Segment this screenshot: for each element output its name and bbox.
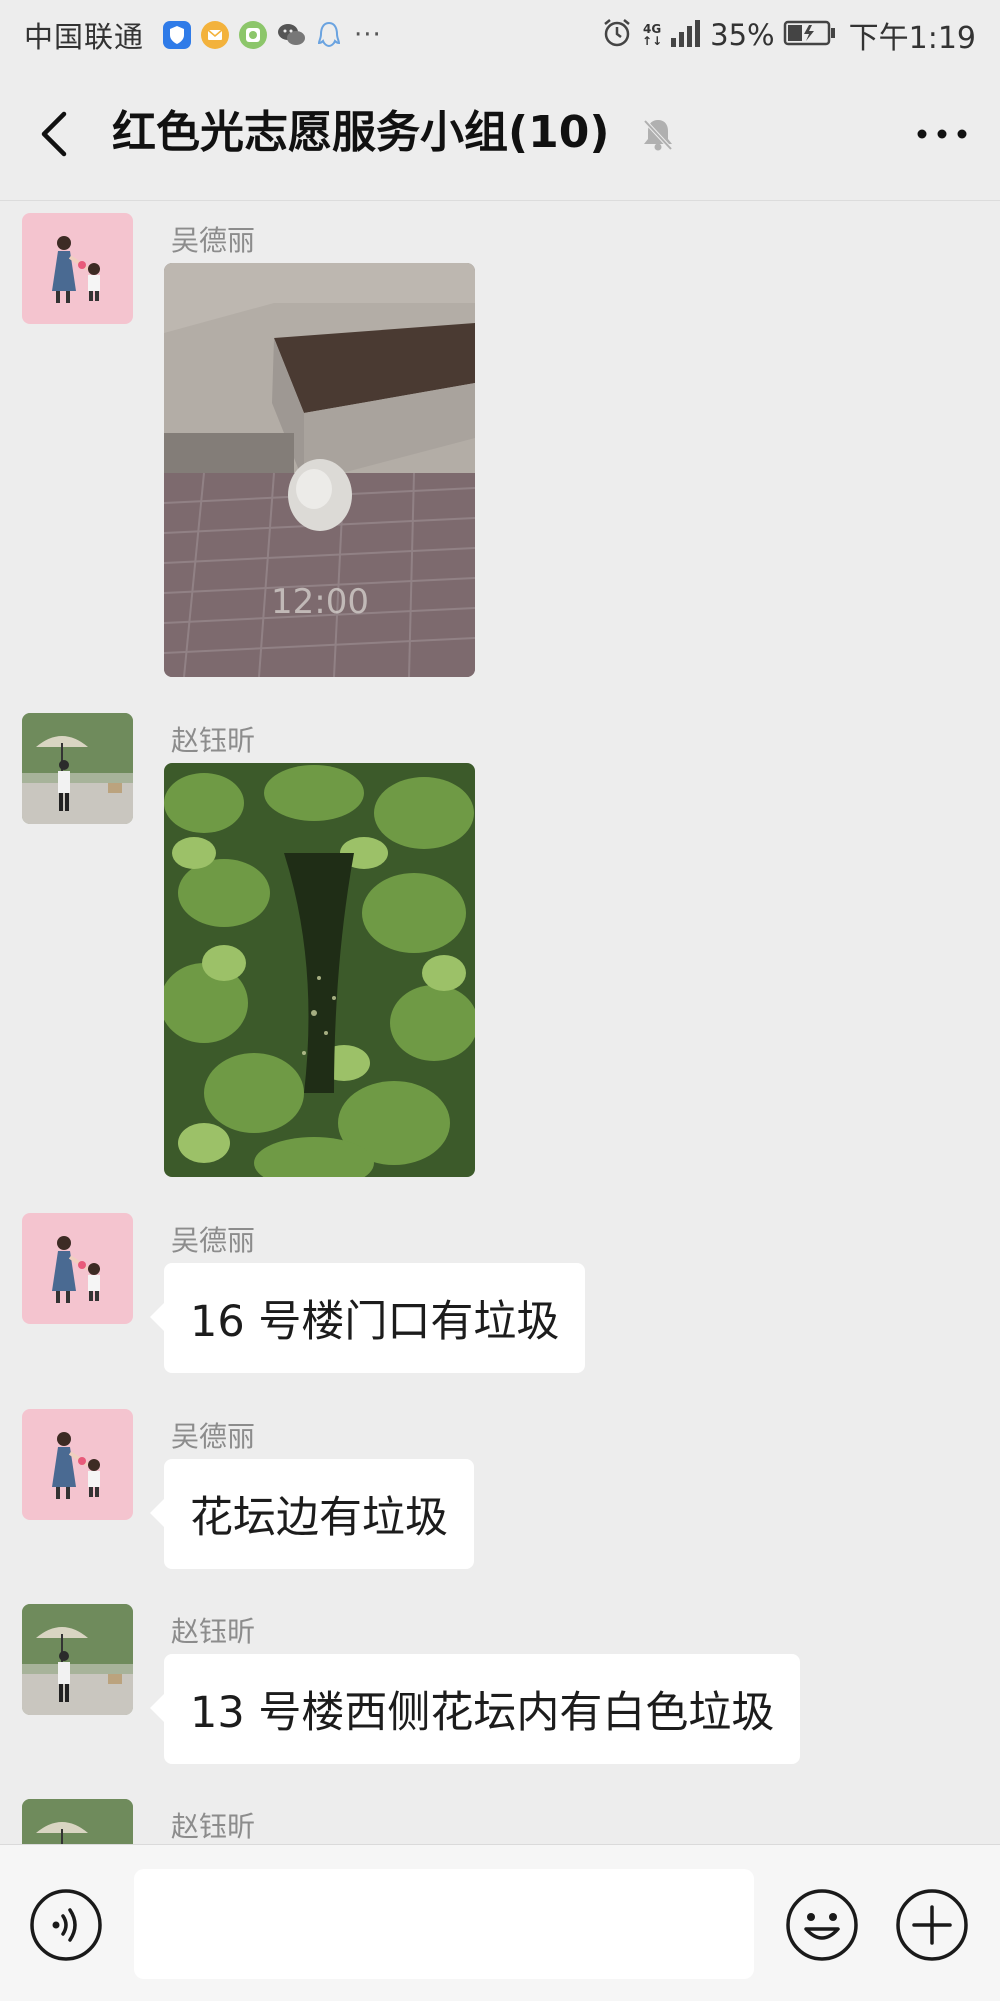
avatar[interactable] [22,213,133,324]
avatar-umbrella-child-image [22,1604,133,1715]
status-bar-right: 4G ↑↓ 35% 下午1:19 [592,0,976,70]
avatar[interactable] [22,1213,133,1324]
more-notifications-indicator: ··· [354,20,382,50]
sender-name: 赵钰昕 [171,724,256,757]
avatar-mother-child-image [22,1409,133,1520]
notification-icons [154,20,344,50]
message-item: 吴德丽 12:00 [0,213,1000,693]
battery-charging-icon [783,19,837,51]
sender-name: 吴德丽 [171,1420,256,1453]
network-type-indicator: 4G ↑↓ [642,23,662,47]
chevron-left-icon [41,111,67,157]
plus-icon [896,1889,968,1961]
qq-icon [314,20,344,50]
emoji-icon [786,1889,858,1961]
sender-name: 赵钰昕 [171,1615,256,1648]
sender-name: 吴德丽 [171,1224,256,1257]
avatar-umbrella-child-image [22,713,133,824]
shield-icon [162,20,192,50]
message-item: 吴德丽 花坛边有垃圾 [0,1409,1000,1579]
chat-title: 红色光志愿服务小组(10) [112,107,610,158]
sender-name: 赵钰昕 [171,1810,256,1843]
mail-icon [200,20,230,50]
alarm-icon [600,16,634,54]
avatar[interactable] [22,713,133,824]
message-item: 吴德丽 16 号楼门口有垃圾 [0,1213,1000,1383]
clock-time: 下午1:19 [848,21,976,56]
text-bubble[interactable]: 16 号楼门口有垃圾 [149,1263,586,1373]
input-bar [0,1844,1000,2001]
status-bar-left: 中国联通 ··· [24,0,382,70]
muted-bell-icon [638,114,678,154]
more-options-button[interactable] [912,112,972,156]
signal-icon [670,18,702,52]
text-bubble[interactable]: 13 号楼西侧花坛内有白色垃圾 [149,1654,801,1764]
message-list[interactable]: 吴德丽 12:00 赵钰昕 吴德丽 16 号楼门口有垃圾 吴德丽 花坛边有垃圾 … [0,201,1000,1844]
avatar-mother-child-image [22,1213,133,1324]
avatar[interactable] [22,1799,133,1844]
chat-header: 红色光志愿服务小组(10) [0,70,1000,201]
avatar-umbrella-child-image [22,1799,133,1844]
status-bar: 中国联通 ··· 4G ↑↓ 35% 下午1:19 [0,0,1000,70]
message-item: 赵钰昕 13 号楼西侧花坛内有白色垃圾 [0,1604,1000,1774]
voice-button[interactable] [28,1887,104,1963]
wechat-icon [276,20,306,50]
network-activity-label: ↑↓ [642,34,663,48]
battery-percent: 35% [710,18,775,52]
photo-green-shrubs [164,763,475,1177]
more-dots-icon [917,129,967,139]
photo-paving-trash-bag: 12:00 [164,263,475,677]
carrier-name: 中国联通 [24,20,145,54]
message-item: 赵钰昕 [0,713,1000,1193]
image-message[interactable] [164,763,475,1177]
avatar[interactable] [22,1409,133,1520]
avatar[interactable] [22,1604,133,1715]
message-item: 赵钰昕 [0,1799,1000,1844]
avatar-mother-child-image [22,213,133,324]
image-message[interactable]: 12:00 [164,263,475,677]
text-bubble[interactable]: 花坛边有垃圾 [150,1459,474,1569]
emoji-button[interactable] [784,1887,860,1963]
message-app-icon [238,20,268,50]
photo-overlay-time: 12:00 [271,582,369,622]
sender-name: 吴德丽 [171,224,256,257]
more-features-button[interactable] [894,1887,970,1963]
back-button[interactable] [26,104,86,164]
message-input[interactable] [134,1869,754,1979]
voice-icon [30,1889,102,1961]
